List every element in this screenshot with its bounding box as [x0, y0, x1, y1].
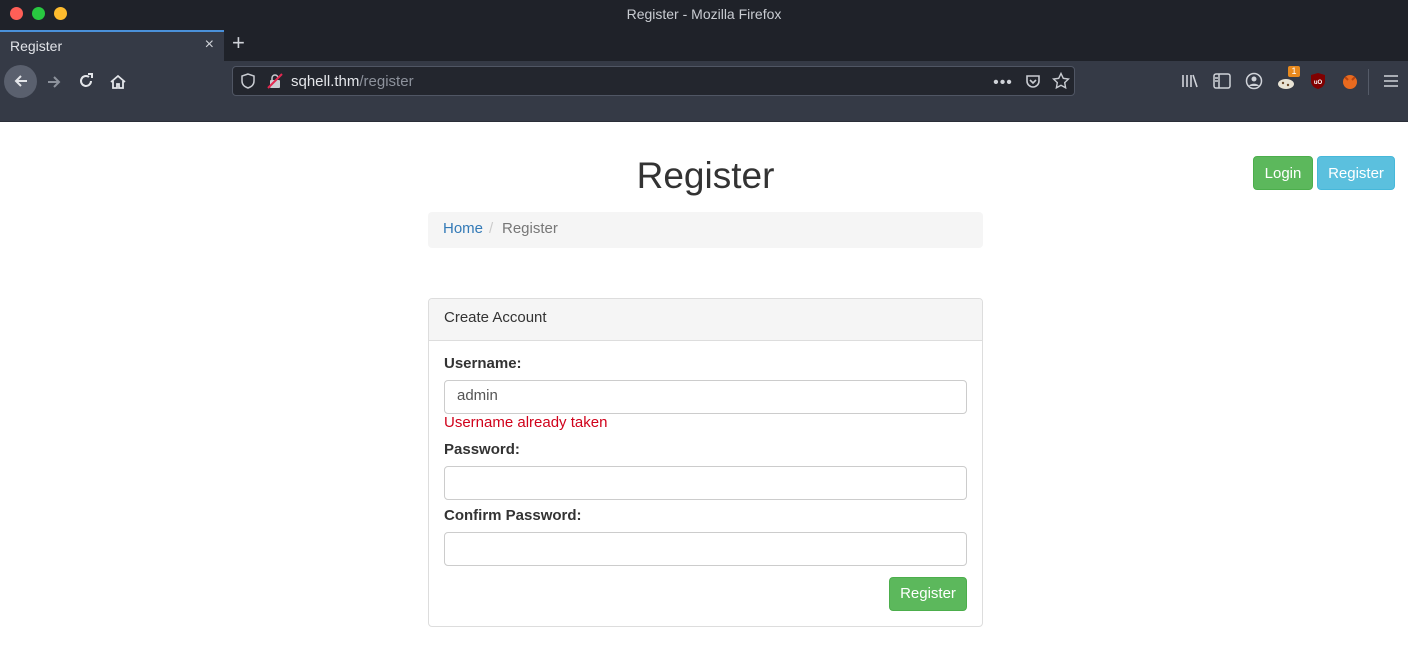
- url-text: sqhell.thm/register: [291, 73, 414, 90]
- insecure-lock-icon: [267, 73, 283, 89]
- arrow-right-icon: [48, 76, 61, 88]
- username-label: Username:: [444, 355, 522, 372]
- sidebar-icon[interactable]: [1213, 73, 1231, 89]
- password-label: Password:: [444, 441, 520, 458]
- close-tab-icon[interactable]: ×: [205, 36, 214, 54]
- toolbar-divider: [1368, 69, 1369, 95]
- panel-heading: Create Account: [429, 299, 982, 341]
- panel-title: Create Account: [444, 309, 547, 326]
- tab-label: Register: [10, 38, 63, 54]
- new-tab-button[interactable]: +: [232, 32, 245, 54]
- page-actions-icon[interactable]: •••: [993, 73, 1013, 93]
- ublock-origin-icon[interactable]: uO: [1309, 72, 1327, 90]
- home-icon: [110, 74, 126, 89]
- username-error: Username already taken: [444, 414, 608, 431]
- confirm-password-input[interactable]: [444, 532, 967, 566]
- forward-button[interactable]: [38, 67, 70, 97]
- bookmark-star-icon[interactable]: [1052, 72, 1070, 90]
- pocket-icon[interactable]: [1025, 73, 1041, 89]
- breadcrumb-home-link[interactable]: Home: [443, 220, 483, 237]
- create-account-panel: Create Account Username: admin Username …: [428, 298, 983, 627]
- arrow-left-icon: [14, 75, 27, 87]
- password-input[interactable]: [444, 466, 967, 500]
- page-title: Register: [636, 155, 775, 196]
- url-host: sqhell.thm: [291, 73, 360, 90]
- breadcrumb-current: Register: [502, 220, 558, 237]
- svg-text:uO: uO: [1314, 80, 1323, 86]
- hamburger-menu-icon[interactable]: [1383, 74, 1399, 88]
- register-nav-button[interactable]: Register: [1317, 156, 1395, 190]
- account-icon[interactable]: [1245, 72, 1263, 90]
- back-button[interactable]: [4, 65, 37, 98]
- home-button[interactable]: [102, 67, 134, 97]
- library-icon[interactable]: [1181, 73, 1199, 89]
- extension-badge: 1: [1288, 66, 1300, 77]
- tab-bar: Register ×: [0, 28, 1408, 61]
- url-bar[interactable]: sqhell.thm/register •••: [232, 66, 1075, 96]
- shield-icon: [241, 73, 255, 89]
- window-title: Register - Mozilla Firefox: [626, 6, 782, 22]
- confirm-password-label: Confirm Password:: [444, 507, 582, 524]
- extension-button[interactable]: 1: [1276, 66, 1300, 90]
- reload-icon: [80, 73, 93, 87]
- window-titlebar: Register - Mozilla Firefox: [0, 0, 1408, 28]
- reload-button[interactable]: [70, 67, 102, 97]
- register-submit-button[interactable]: Register: [889, 577, 967, 611]
- breadcrumb-separator: /: [489, 220, 494, 237]
- navigation-toolbar: sqhell.thm/register ••• 1 uO: [0, 61, 1408, 122]
- username-value: admin: [457, 387, 498, 404]
- breadcrumb: Home / Register: [428, 212, 983, 248]
- username-input[interactable]: admin: [444, 380, 967, 414]
- url-path: /register: [359, 73, 414, 90]
- login-button[interactable]: Login: [1253, 156, 1313, 190]
- tab-register[interactable]: Register ×: [0, 30, 224, 61]
- foxyproxy-icon[interactable]: [1341, 72, 1359, 90]
